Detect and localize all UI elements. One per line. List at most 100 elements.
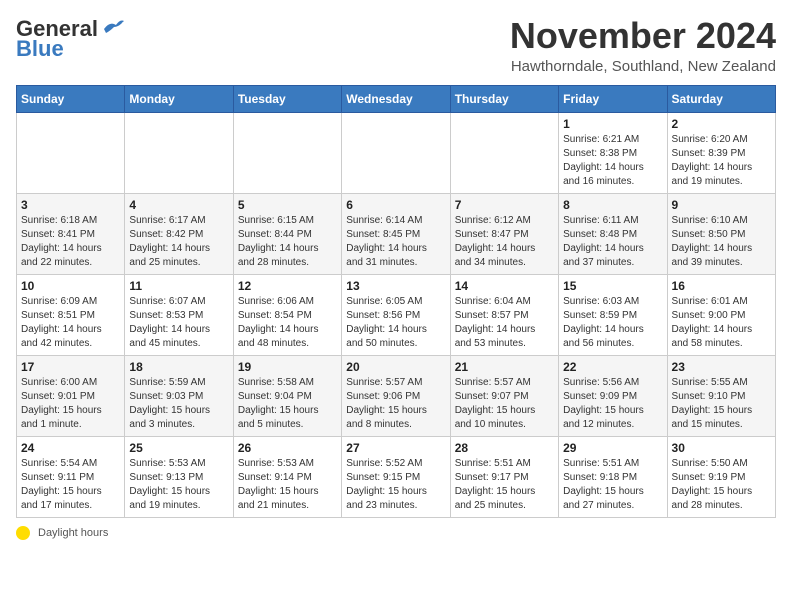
- day-number: 1: [563, 117, 662, 131]
- day-info: Sunrise: 5:57 AM Sunset: 9:07 PM Dayligh…: [455, 376, 554, 432]
- day-number: 22: [563, 360, 662, 374]
- day-info: Sunrise: 6:20 AM Sunset: 8:39 PM Dayligh…: [672, 133, 771, 189]
- page-header: General Blue November 2024 Hawthorndale,…: [16, 16, 776, 75]
- header-wednesday: Wednesday: [342, 85, 450, 112]
- day-info: Sunrise: 5:53 AM Sunset: 9:13 PM Dayligh…: [129, 457, 228, 513]
- day-number: 17: [21, 360, 120, 374]
- header-thursday: Thursday: [450, 85, 558, 112]
- day-number: 28: [455, 441, 554, 455]
- calendar-cell-w1-d6: 2Sunrise: 6:20 AM Sunset: 8:39 PM Daylig…: [667, 112, 775, 193]
- day-info: Sunrise: 6:01 AM Sunset: 9:00 PM Dayligh…: [672, 295, 771, 351]
- day-info: Sunrise: 6:09 AM Sunset: 8:51 PM Dayligh…: [21, 295, 120, 351]
- month-title: November 2024: [510, 16, 776, 56]
- header-friday: Friday: [559, 85, 667, 112]
- day-number: 6: [346, 198, 445, 212]
- header-sunday: Sunday: [17, 85, 125, 112]
- day-number: 11: [129, 279, 228, 293]
- calendar-cell-w4-d0: 17 Sunrise: 6:00 AM Sunset: 9:01 PM Dayli…: [17, 355, 125, 436]
- day-number: 19: [238, 360, 337, 374]
- calendar-cell-w2-d0: 3 Sunrise: 6:18 AM Sunset: 8:41 PM Daylig…: [17, 193, 125, 274]
- calendar-cell-w5-d1: 25Sunrise: 5:53 AM Sunset: 9:13 PM Dayli…: [125, 436, 233, 517]
- day-number: 5: [238, 198, 337, 212]
- calendar-cell-w5-d5: 29Sunrise: 5:51 AM Sunset: 9:18 PM Dayli…: [559, 436, 667, 517]
- day-number: 15: [563, 279, 662, 293]
- day-number: 18: [129, 360, 228, 374]
- day-info: Sunrise: 5:53 AM Sunset: 9:14 PM Dayligh…: [238, 457, 337, 513]
- day-number: 27: [346, 441, 445, 455]
- calendar-cell-w4-d4: 21 Sunrise: 5:57 AM Sunset: 9:07 PM Dayli…: [450, 355, 558, 436]
- day-number: 4: [129, 198, 228, 212]
- calendar-cell-w1-d0: [17, 112, 125, 193]
- calendar-cell-w4-d6: 23Sunrise: 5:55 AM Sunset: 9:10 PM Dayli…: [667, 355, 775, 436]
- week-row-3: 10 Sunrise: 6:09 AM Sunset: 8:51 PM Dayli…: [17, 274, 776, 355]
- calendar-cell-w2-d3: 6 Sunrise: 6:14 AM Sunset: 8:45 PM Daylig…: [342, 193, 450, 274]
- logo: General Blue: [16, 16, 124, 62]
- logo-text-blue: Blue: [16, 36, 64, 62]
- day-info: Sunrise: 5:51 AM Sunset: 9:18 PM Dayligh…: [563, 457, 662, 513]
- day-number: 8: [563, 198, 662, 212]
- day-info: Sunrise: 5:58 AM Sunset: 9:04 PM Dayligh…: [238, 376, 337, 432]
- day-number: 14: [455, 279, 554, 293]
- calendar-legend: Daylight hours: [16, 526, 776, 540]
- calendar-cell-w5-d3: 27Sunrise: 5:52 AM Sunset: 9:15 PM Dayli…: [342, 436, 450, 517]
- calendar-cell-w2-d2: 5Sunrise: 6:15 AM Sunset: 8:44 PM Daylig…: [233, 193, 341, 274]
- day-info: Sunrise: 6:03 AM Sunset: 8:59 PM Dayligh…: [563, 295, 662, 351]
- calendar-cell-w3-d2: 12Sunrise: 6:06 AM Sunset: 8:54 PM Dayli…: [233, 274, 341, 355]
- calendar-cell-w3-d6: 16 Sunrise: 6:01 AM Sunset: 9:00 PM Dayli…: [667, 274, 775, 355]
- calendar-cell-w1-d4: [450, 112, 558, 193]
- calendar-cell-w2-d5: 8Sunrise: 6:11 AM Sunset: 8:48 PM Daylig…: [559, 193, 667, 274]
- day-number: 26: [238, 441, 337, 455]
- day-info: Sunrise: 6:14 AM Sunset: 8:45 PM Dayligh…: [346, 214, 445, 270]
- legend-sun-icon: [16, 526, 30, 540]
- calendar-table: SundayMondayTuesdayWednesdayThursdayFrid…: [16, 85, 776, 518]
- day-info: Sunrise: 6:18 AM Sunset: 8:41 PM Dayligh…: [21, 214, 120, 270]
- header-saturday: Saturday: [667, 85, 775, 112]
- header-monday: Monday: [125, 85, 233, 112]
- day-info: Sunrise: 5:50 AM Sunset: 9:19 PM Dayligh…: [672, 457, 771, 513]
- calendar-cell-w4-d5: 22 Sunrise: 5:56 AM Sunset: 9:09 PM Dayli…: [559, 355, 667, 436]
- title-section: November 2024 Hawthorndale, Southland, N…: [510, 16, 776, 75]
- header-tuesday: Tuesday: [233, 85, 341, 112]
- calendar-cell-w5-d4: 28 Sunrise: 5:51 AM Sunset: 9:17 PM Dayli…: [450, 436, 558, 517]
- calendar-cell-w1-d3: [342, 112, 450, 193]
- day-info: Sunrise: 6:07 AM Sunset: 8:53 PM Dayligh…: [129, 295, 228, 351]
- calendar-cell-w5-d0: 24Sunrise: 5:54 AM Sunset: 9:11 PM Dayli…: [17, 436, 125, 517]
- calendar-cell-w3-d1: 11 Sunrise: 6:07 AM Sunset: 8:53 PM Dayli…: [125, 274, 233, 355]
- day-info: Sunrise: 6:04 AM Sunset: 8:57 PM Dayligh…: [455, 295, 554, 351]
- day-info: Sunrise: 5:56 AM Sunset: 9:09 PM Dayligh…: [563, 376, 662, 432]
- week-row-1: 1 Sunrise: 6:21 AM Sunset: 8:38 PM Daylig…: [17, 112, 776, 193]
- day-info: Sunrise: 6:00 AM Sunset: 9:01 PM Dayligh…: [21, 376, 120, 432]
- calendar-cell-w4-d3: 20Sunrise: 5:57 AM Sunset: 9:06 PM Dayli…: [342, 355, 450, 436]
- week-row-2: 3 Sunrise: 6:18 AM Sunset: 8:41 PM Daylig…: [17, 193, 776, 274]
- calendar-cell-w3-d4: 14 Sunrise: 6:04 AM Sunset: 8:57 PM Dayli…: [450, 274, 558, 355]
- week-row-5: 24Sunrise: 5:54 AM Sunset: 9:11 PM Dayli…: [17, 436, 776, 517]
- day-number: 12: [238, 279, 337, 293]
- day-info: Sunrise: 6:05 AM Sunset: 8:56 PM Dayligh…: [346, 295, 445, 351]
- day-info: Sunrise: 5:51 AM Sunset: 9:17 PM Dayligh…: [455, 457, 554, 513]
- calendar-cell-w3-d3: 13Sunrise: 6:05 AM Sunset: 8:56 PM Dayli…: [342, 274, 450, 355]
- calendar-cell-w3-d5: 15 Sunrise: 6:03 AM Sunset: 8:59 PM Dayli…: [559, 274, 667, 355]
- week-row-4: 17 Sunrise: 6:00 AM Sunset: 9:01 PM Dayli…: [17, 355, 776, 436]
- calendar-cell-w1-d5: 1 Sunrise: 6:21 AM Sunset: 8:38 PM Daylig…: [559, 112, 667, 193]
- day-info: Sunrise: 6:12 AM Sunset: 8:47 PM Dayligh…: [455, 214, 554, 270]
- day-number: 23: [672, 360, 771, 374]
- day-number: 21: [455, 360, 554, 374]
- day-info: Sunrise: 6:10 AM Sunset: 8:50 PM Dayligh…: [672, 214, 771, 270]
- calendar-cell-w3-d0: 10 Sunrise: 6:09 AM Sunset: 8:51 PM Dayli…: [17, 274, 125, 355]
- calendar-cell-w4-d1: 18Sunrise: 5:59 AM Sunset: 9:03 PM Dayli…: [125, 355, 233, 436]
- calendar-cell-w4-d2: 19 Sunrise: 5:58 AM Sunset: 9:04 PM Dayli…: [233, 355, 341, 436]
- calendar-header-row: SundayMondayTuesdayWednesdayThursdayFrid…: [17, 85, 776, 112]
- day-info: Sunrise: 6:17 AM Sunset: 8:42 PM Dayligh…: [129, 214, 228, 270]
- day-number: 3: [21, 198, 120, 212]
- legend-daylight-label: Daylight hours: [38, 527, 108, 539]
- day-number: 16: [672, 279, 771, 293]
- calendar-cell-w1-d1: [125, 112, 233, 193]
- day-number: 7: [455, 198, 554, 212]
- calendar-cell-w2-d1: 4 Sunrise: 6:17 AM Sunset: 8:42 PM Daylig…: [125, 193, 233, 274]
- calendar-cell-w5-d6: 30Sunrise: 5:50 AM Sunset: 9:19 PM Dayli…: [667, 436, 775, 517]
- logo-bird-icon: [102, 19, 124, 37]
- calendar-cell-w1-d2: [233, 112, 341, 193]
- day-number: 10: [21, 279, 120, 293]
- day-number: 20: [346, 360, 445, 374]
- day-info: Sunrise: 6:21 AM Sunset: 8:38 PM Dayligh…: [563, 133, 662, 189]
